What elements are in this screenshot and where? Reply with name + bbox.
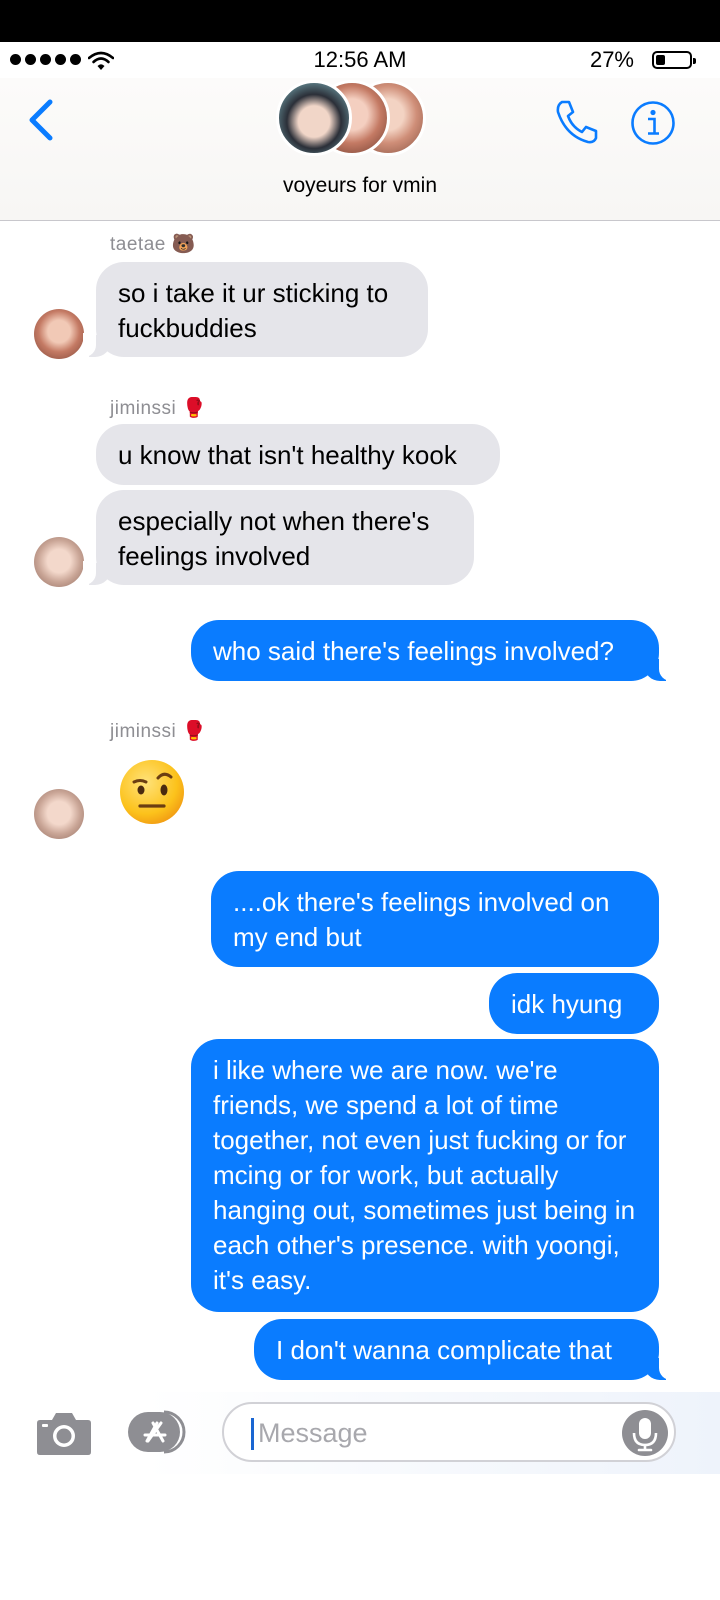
incoming-message[interactable]: so i take it ur sticking to fuckbuddies <box>83 262 428 357</box>
avatar <box>34 309 84 359</box>
outgoing-message[interactable]: who said there's feelings involved? <box>191 620 672 681</box>
top-bezel <box>0 0 720 42</box>
outgoing-message[interactable]: ....ok there's feelings involved on my e… <box>211 871 659 967</box>
camera-icon[interactable] <box>36 1410 92 1456</box>
message-input[interactable]: Message <box>222 1402 676 1462</box>
incoming-message[interactable]: especially not when there's feelings inv… <box>83 490 474 585</box>
message-placeholder: Message <box>258 1418 368 1448</box>
conversation-header: voyeurs for vmin <box>0 78 720 221</box>
message-composer: Message <box>0 1392 720 1474</box>
phone-icon[interactable] <box>554 98 600 146</box>
member-avatar <box>276 80 352 156</box>
app-store-button[interactable] <box>128 1408 190 1456</box>
outgoing-message[interactable]: I don't wanna complicate that <box>254 1319 672 1380</box>
status-bar: 12:56 AM 27% <box>0 42 720 78</box>
app-store-icon <box>128 1410 186 1454</box>
emoji-message[interactable] <box>118 758 186 826</box>
back-chevron-icon[interactable] <box>24 98 56 142</box>
sender-name: jiminssi 🥊 <box>110 721 207 742</box>
avatar <box>34 537 84 587</box>
microphone-button[interactable] <box>622 1410 668 1456</box>
avatar <box>34 789 84 839</box>
group-avatars[interactable] <box>276 80 436 160</box>
incoming-message[interactable]: u know that isn't healthy kook <box>96 424 500 485</box>
battery-icon <box>652 51 696 69</box>
sender-name: jiminssi 🥊 <box>110 398 207 419</box>
text-caret <box>251 1418 254 1450</box>
sender-name: taetae 🐻 <box>110 234 196 255</box>
outgoing-message[interactable]: i like where we are now. we're friends, … <box>191 1039 659 1312</box>
raised-eyebrow-emoji-icon <box>120 760 184 824</box>
microphone-icon <box>632 1418 658 1452</box>
group-name[interactable]: voyeurs for vmin <box>0 174 720 198</box>
battery-percent: 27% <box>589 47 634 72</box>
outgoing-message[interactable]: idk hyung <box>489 973 659 1034</box>
info-icon[interactable] <box>630 100 676 146</box>
